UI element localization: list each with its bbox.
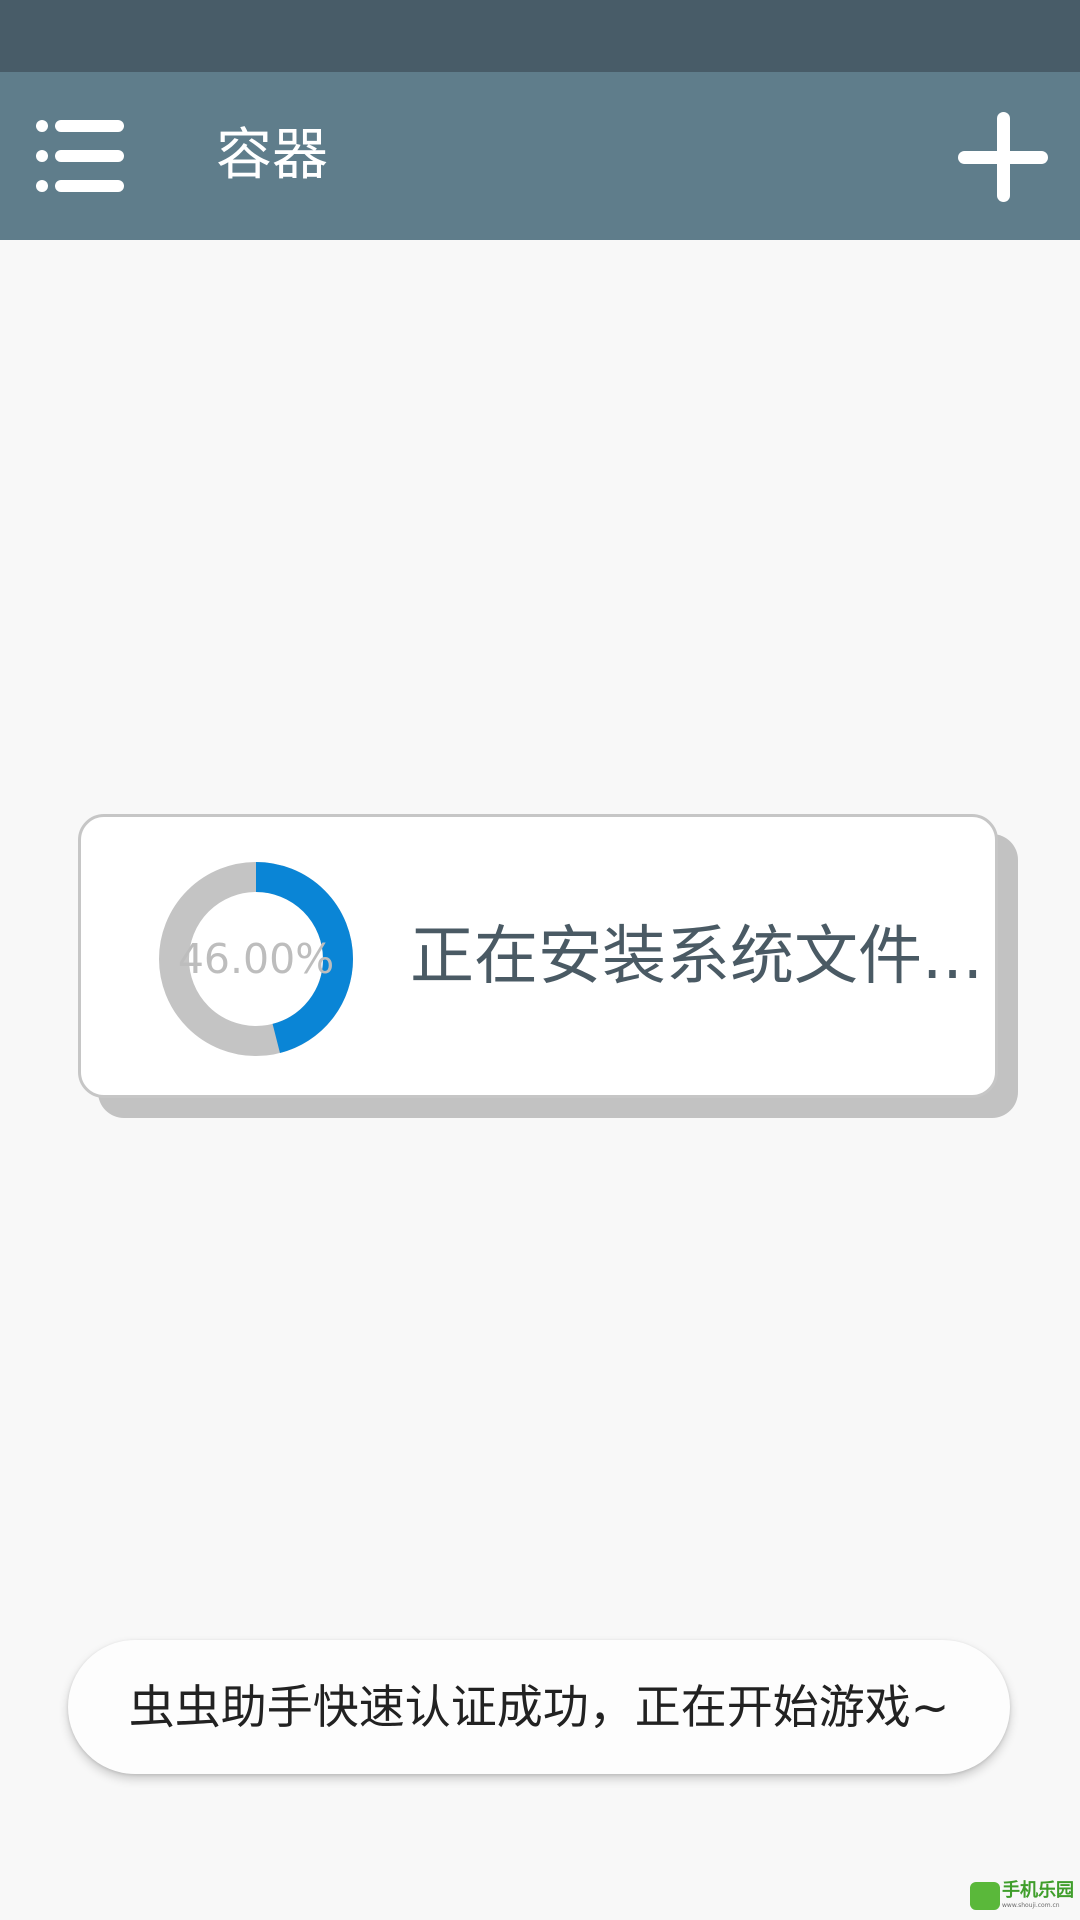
menu-button[interactable]: [36, 118, 126, 194]
status-bar: [0, 0, 1080, 72]
install-progress-dialog: 46.00% 正在安装系统文件...: [78, 814, 998, 1098]
progress-percent-label: 46.00%: [177, 935, 335, 983]
toast-notification: 虫虫助手快速认证成功，正在开始游戏~: [68, 1640, 1010, 1774]
progress-ring: 46.00%: [156, 859, 356, 1059]
watermark-text: 手机乐园: [1002, 1880, 1074, 1901]
toast-message: 虫虫助手快速认证成功，正在开始游戏~: [128, 1680, 950, 1734]
add-button[interactable]: [958, 112, 1048, 202]
menu-list-icon: [36, 120, 124, 192]
watermark-logo: 手机乐园 www.shouji.com.cn: [970, 1880, 1074, 1912]
watermark-url: www.shouji.com.cn: [1002, 1902, 1060, 1909]
install-status-message: 正在安装系统文件...: [410, 920, 984, 994]
watermark-badge-icon: [970, 1882, 1000, 1910]
page-title: 容器: [216, 123, 328, 188]
app-bar: 容器: [0, 72, 1080, 240]
plus-icon: [958, 112, 1048, 202]
